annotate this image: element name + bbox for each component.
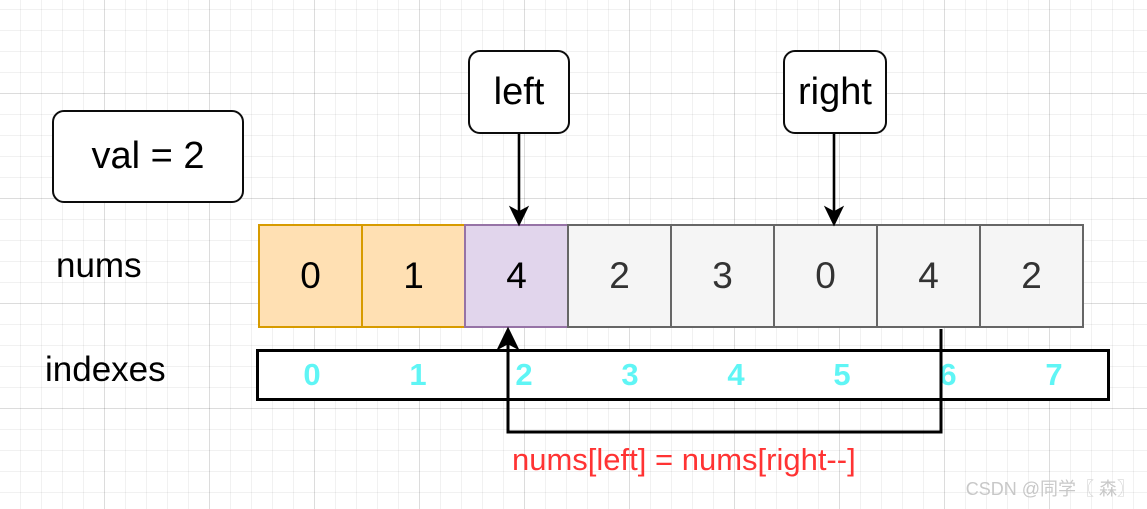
indexes-strip: 0 1 2 3 4 5 6 7 xyxy=(256,349,1110,401)
index-label-1: 1 xyxy=(409,357,427,392)
diagram-canvas: val = 2 left right nums indexes 0 1 4 2 … xyxy=(0,0,1147,509)
nums-cell-value: 0 xyxy=(300,255,321,296)
indexes-row-label: indexes xyxy=(45,350,166,389)
index-label-5: 5 xyxy=(833,357,851,392)
index-label-0: 0 xyxy=(303,357,321,392)
assignment-annotation: nums[left] = nums[right--] xyxy=(512,442,856,477)
index-label-4: 4 xyxy=(727,357,745,392)
nums-cell-4: 3 xyxy=(670,224,775,328)
val-box: val = 2 xyxy=(52,110,244,203)
left-pointer-label: left xyxy=(493,70,545,113)
nums-cell-2: 4 xyxy=(464,224,569,328)
nums-cell-3: 2 xyxy=(567,224,672,328)
left-pointer-box: left xyxy=(468,50,570,134)
index-label-7: 7 xyxy=(1045,357,1063,392)
nums-array: 0 1 4 2 3 0 4 2 xyxy=(258,224,1084,328)
index-label-2: 2 xyxy=(515,357,533,392)
right-pointer-label: right xyxy=(798,70,872,113)
val-box-label: val = 2 xyxy=(91,135,205,177)
nums-row-label: nums xyxy=(56,246,142,285)
nums-cell-value: 2 xyxy=(609,255,630,296)
watermark: CSDN @同学〖 森〗 xyxy=(965,479,1135,499)
nums-cell-value: 4 xyxy=(918,255,939,296)
index-label-6: 6 xyxy=(939,357,957,392)
nums-cell-7: 2 xyxy=(979,224,1084,328)
nums-cell-0: 0 xyxy=(258,224,363,328)
index-label-3: 3 xyxy=(621,357,639,392)
right-pointer-box: right xyxy=(783,50,887,134)
nums-cell-value: 0 xyxy=(815,255,836,296)
nums-cell-value: 4 xyxy=(506,255,527,296)
nums-cell-5: 0 xyxy=(773,224,878,328)
nums-cell-6: 4 xyxy=(876,224,981,328)
nums-cell-value: 1 xyxy=(403,255,424,296)
nums-cell-value: 3 xyxy=(712,255,733,296)
nums-cell-value: 2 xyxy=(1021,255,1042,296)
nums-cell-1: 1 xyxy=(361,224,466,328)
